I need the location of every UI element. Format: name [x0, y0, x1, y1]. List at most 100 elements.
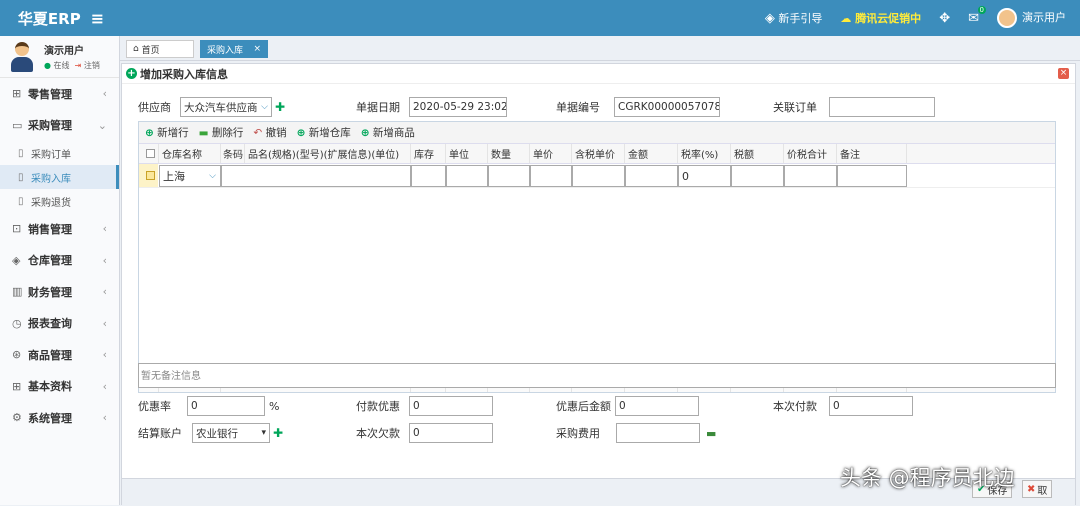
- fullscreen-icon[interactable]: ✥: [939, 11, 950, 26]
- price-input[interactable]: [530, 165, 572, 187]
- add-warehouse-label: 新增仓库: [308, 127, 351, 139]
- link-order-input[interactable]: [829, 97, 935, 117]
- col-tax-rate[interactable]: 税率(%): [678, 144, 731, 163]
- mail-icon[interactable]: ✉ 0: [968, 5, 986, 26]
- panel-title: + 增加采购入库信息: [122, 64, 1075, 84]
- sidebar-sub-purchase-return[interactable]: ▯ 采购退货: [0, 189, 119, 213]
- add-row-button[interactable]: ⊕ 新增行: [145, 125, 189, 140]
- user-menu[interactable]: 演示用户: [997, 8, 1066, 28]
- panel-close-icon[interactable]: ×: [1058, 68, 1069, 79]
- chevron-down-icon: ⌄: [97, 118, 107, 132]
- purchase-fee-input[interactable]: [616, 423, 700, 443]
- col-barcode[interactable]: 条码: [221, 144, 245, 163]
- col-warehouse[interactable]: 仓库名称: [159, 144, 221, 163]
- discount-rate-label: 优惠率: [138, 400, 171, 413]
- checkbox[interactable]: [145, 171, 155, 180]
- undo-button[interactable]: ↶ 撤销: [253, 125, 286, 140]
- quantity-input[interactable]: [488, 165, 530, 187]
- after-discount-input[interactable]: 0: [615, 396, 699, 416]
- purchase-fee-label: 采购费用: [556, 427, 600, 440]
- col-price[interactable]: 单价: [530, 144, 572, 163]
- tab-close-icon[interactable]: ×: [253, 44, 261, 54]
- tax-rate-value: 0: [682, 169, 689, 183]
- nav-label: 销售管理: [28, 222, 72, 236]
- col-stock[interactable]: 库存: [411, 144, 446, 163]
- guide-label: 新手引导: [778, 12, 823, 25]
- col-tax-price[interactable]: 含税单价: [572, 144, 625, 163]
- select-all-checkbox[interactable]: [139, 144, 159, 163]
- chevron-left-icon: ‹: [102, 379, 107, 393]
- tab-home-label: 首页: [141, 45, 160, 56]
- guide-link[interactable]: ◈ 新手引导: [765, 10, 823, 26]
- add-product-button[interactable]: ⊕ 新增商品: [361, 125, 415, 140]
- supplier-select[interactable]: 大众汽车供应商 ⌵: [180, 97, 272, 117]
- product-input[interactable]: [221, 165, 411, 187]
- sidebar-item-warehouse[interactable]: ◈ 仓库管理 ‹: [0, 245, 119, 277]
- add-warehouse-button[interactable]: ⊕ 新增仓库: [297, 125, 351, 140]
- pay-discount-input[interactable]: 0: [409, 396, 493, 416]
- add-supplier-icon[interactable]: ✚: [275, 100, 285, 114]
- sidebar-item-system[interactable]: ⚙ 系统管理 ‹: [0, 402, 119, 434]
- sidebar-item-sales[interactable]: ⊡ 销售管理 ‹: [0, 213, 119, 245]
- pay-discount-label: 付款优惠: [356, 400, 400, 413]
- unit-input[interactable]: [446, 165, 488, 187]
- tax-amount-input[interactable]: [731, 165, 784, 187]
- discount-rate-input[interactable]: 0: [187, 396, 265, 416]
- col-quantity[interactable]: 数量: [488, 144, 530, 163]
- user-avatar: [10, 41, 34, 72]
- folder-icon[interactable]: ▬: [706, 427, 716, 440]
- account-select[interactable]: 农业银行 ▾: [192, 423, 270, 443]
- chevron-left-icon: ‹: [102, 411, 107, 425]
- tab-home[interactable]: ⌂ 首页: [126, 40, 194, 58]
- grid-icon: ⊞: [12, 379, 22, 393]
- remark-input[interactable]: [837, 165, 907, 187]
- tax-price-input[interactable]: [572, 165, 625, 187]
- menu-toggle-icon[interactable]: ≡: [91, 9, 104, 28]
- checkbox[interactable]: [145, 149, 155, 158]
- sidebar-item-products[interactable]: ⊛ 商品管理 ‹: [0, 339, 119, 371]
- chevron-left-icon: ‹: [102, 316, 107, 330]
- monitor-icon: ▭: [12, 118, 23, 132]
- app-logo[interactable]: 华夏ERP ≡: [0, 0, 122, 36]
- col-tax-amount[interactable]: 税额: [731, 144, 784, 163]
- add-product-label: 新增商品: [372, 127, 415, 139]
- nav-label: 仓库管理: [28, 254, 72, 268]
- sidebar-item-finance[interactable]: ▥ 财务管理 ‹: [0, 276, 119, 308]
- sidebar-item-purchase[interactable]: ▭ 采购管理 ⌄: [0, 110, 119, 142]
- warehouse-select[interactable]: 上海 ⌵: [159, 165, 221, 187]
- bill-no-row: 单据编号 CGRK00000057078: [556, 97, 720, 117]
- col-total[interactable]: 价税合计: [784, 144, 837, 163]
- logout-link[interactable]: 注销: [84, 61, 100, 70]
- nav-label: 商品管理: [28, 348, 72, 362]
- remark-textarea[interactable]: 暂无备注信息: [138, 363, 1056, 388]
- sidebar-item-retail[interactable]: ⊞ 零售管理 ‹: [0, 78, 119, 110]
- minus-icon: ▬: [198, 127, 209, 139]
- tab-purchase-in[interactable]: 采购入库 ×: [200, 40, 268, 58]
- stock-input[interactable]: [411, 165, 446, 187]
- amount-input[interactable]: [625, 165, 678, 187]
- nav-label: 报表查询: [28, 317, 72, 331]
- tab-active-label: 采购入库: [207, 45, 244, 56]
- col-product[interactable]: 品名(规格)(型号)(扩展信息)(单位): [245, 144, 411, 163]
- sidebar-item-basic[interactable]: ⊞ 基本资料 ‹: [0, 371, 119, 403]
- promo-link[interactable]: ☁ 腾讯云促销中: [840, 10, 921, 26]
- top-bar: 华夏ERP ≡ ◈ 新手引导 ☁ 腾讯云促销中 ✥ ✉ 0 演示用户: [0, 0, 1080, 36]
- total-input[interactable]: [784, 165, 837, 187]
- col-remark[interactable]: 备注: [837, 144, 907, 163]
- row-checkbox[interactable]: [139, 164, 159, 187]
- delete-row-button[interactable]: ▬ 删除行: [199, 125, 244, 140]
- this-pay-input[interactable]: 0: [829, 396, 913, 416]
- logout-icon[interactable]: ⇥: [75, 61, 82, 70]
- col-amount[interactable]: 金额: [625, 144, 678, 163]
- undo-icon: ↶: [253, 127, 263, 139]
- col-unit[interactable]: 单位: [446, 144, 488, 163]
- debt-input[interactable]: 0: [409, 423, 493, 443]
- sidebar-sub-purchase-in[interactable]: ▯ 采购入库: [0, 165, 119, 189]
- sidebar-item-reports[interactable]: ◷ 报表查询 ‹: [0, 308, 119, 340]
- bill-no-input[interactable]: CGRK00000057078: [614, 97, 720, 117]
- sidebar-sub-purchase-order[interactable]: ▯ 采购订单: [0, 141, 119, 165]
- cancel-button[interactable]: ✖ 取: [1022, 480, 1053, 498]
- date-input[interactable]: 2020-05-29 23:02:30: [409, 97, 507, 117]
- tax-rate-input[interactable]: 0: [678, 165, 731, 187]
- add-account-icon[interactable]: ✚: [273, 426, 283, 440]
